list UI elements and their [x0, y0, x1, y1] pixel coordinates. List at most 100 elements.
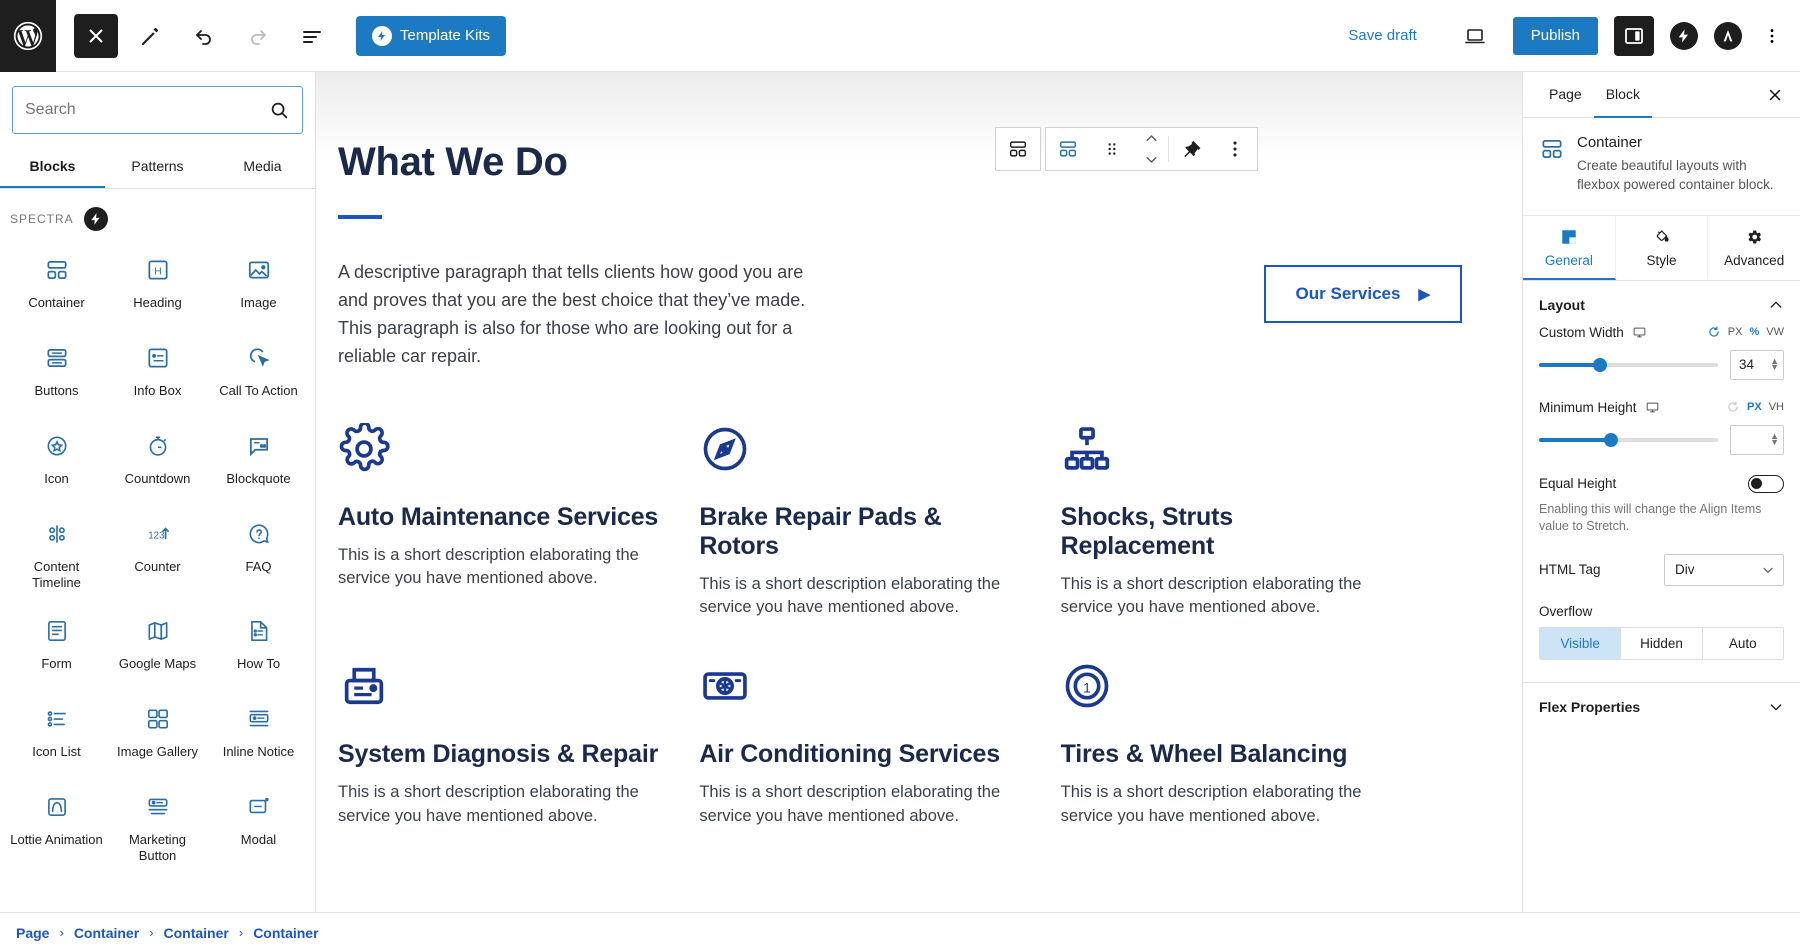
service-description[interactable]: This is a short description elaborating … [1061, 573, 1382, 621]
wordpress-logo-icon[interactable] [0, 0, 56, 72]
block-item-container[interactable]: Container [6, 243, 107, 327]
block-item-heading[interactable]: H Heading [107, 243, 208, 327]
service-card[interactable]: System Diagnosis & Repair This is a shor… [338, 660, 699, 829]
block-item-lottie-animation[interactable]: Lottie Animation [6, 780, 107, 873]
service-description[interactable]: This is a short description elaborating … [338, 544, 659, 592]
unit-px[interactable]: PX [1747, 401, 1762, 413]
block-item-image[interactable]: Image [208, 243, 309, 327]
unit-vh[interactable]: VH [1769, 401, 1784, 413]
redo-button[interactable] [236, 14, 280, 58]
layout-section-header[interactable]: Layout [1523, 281, 1800, 325]
edit-mode-pencil-button[interactable] [128, 14, 172, 58]
search-input[interactable] [25, 101, 268, 119]
minimum-height-input[interactable]: ▲ ▼ [1730, 424, 1784, 455]
editor-canvas[interactable]: What We Do A descriptive paragraph that … [316, 72, 1522, 912]
unit-percent[interactable]: % [1749, 326, 1759, 338]
desktop-preview-icon[interactable] [1453, 14, 1497, 58]
spectra-bolt-icon[interactable] [1670, 21, 1698, 50]
custom-width-input[interactable]: 34 ▲ ▼ [1730, 349, 1784, 380]
service-title[interactable]: Air Conditioning Services [699, 740, 1020, 769]
breadcrumb-item-container-2[interactable]: Container [164, 925, 229, 941]
settings-sidebar-icon[interactable] [1614, 15, 1654, 56]
search-box[interactable] [12, 86, 303, 134]
service-description[interactable]: This is a short description elaborating … [699, 781, 1020, 829]
block-item-form[interactable]: Form [6, 604, 107, 688]
tab-media[interactable]: Media [210, 144, 315, 188]
tab-block[interactable]: Block [1593, 72, 1652, 118]
service-card[interactable]: Shocks, Struts Replacement This is a sho… [1061, 423, 1422, 621]
service-title[interactable]: Tires & Wheel Balancing [1061, 740, 1382, 769]
block-item-google-maps[interactable]: Google Maps [107, 604, 208, 688]
overflow-option-hidden[interactable]: Hidden [1621, 627, 1703, 659]
breadcrumb-item-page[interactable]: Page [16, 925, 49, 941]
template-kits-button[interactable]: Template Kits [356, 15, 507, 56]
block-item-info-box[interactable]: Info Box [107, 331, 208, 415]
block-item-blockquote[interactable]: Blockquote [208, 419, 309, 503]
tab-general[interactable]: General [1523, 215, 1616, 280]
tab-blocks[interactable]: Blocks [0, 144, 105, 188]
drag-handle-icon[interactable] [1090, 128, 1134, 170]
custom-width-slider[interactable] [1539, 357, 1718, 373]
inserter-scroll-area[interactable]: SPECTRA Container H Heading Image Button… [0, 189, 315, 912]
minimum-height-slider[interactable] [1539, 432, 1718, 448]
stepper-icon[interactable]: ▲ ▼ [1770, 432, 1779, 446]
block-item-content-timeline[interactable]: Content Timeline [6, 507, 107, 600]
desktop-icon[interactable] [1645, 400, 1660, 415]
move-down-icon[interactable] [1134, 149, 1168, 170]
slider-thumb[interactable] [1603, 432, 1618, 447]
tab-advanced[interactable]: Advanced [1708, 216, 1800, 280]
reset-icon[interactable] [1726, 400, 1740, 414]
save-draft-button[interactable]: Save draft [1336, 19, 1428, 52]
unit-vw[interactable]: VW [1766, 326, 1784, 338]
select-parent-container-icon[interactable] [996, 128, 1040, 170]
block-item-modal[interactable]: Modal [208, 780, 309, 873]
close-editor-button[interactable] [74, 13, 118, 58]
breadcrumb-item-container-1[interactable]: Container [74, 925, 139, 941]
reset-icon[interactable] [1707, 325, 1721, 339]
block-item-icon[interactable]: Icon [6, 419, 107, 503]
kebab-menu-icon[interactable] [1754, 16, 1790, 56]
service-title[interactable]: Auto Maintenance Services [338, 503, 659, 532]
service-title[interactable]: System Diagnosis & Repair [338, 740, 659, 769]
our-services-button[interactable]: Our Services ▶ [1263, 265, 1462, 323]
flex-properties-section-header[interactable]: Flex Properties [1523, 683, 1800, 727]
block-item-image-gallery[interactable]: Image Gallery [107, 692, 208, 776]
equal-height-toggle[interactable] [1748, 474, 1784, 493]
service-card[interactable]: Auto Maintenance Services This is a shor… [338, 422, 699, 621]
slider-thumb[interactable] [1592, 357, 1607, 372]
block-item-icon-list[interactable]: Icon List [6, 692, 107, 776]
block-item-counter[interactable]: 123 Counter [107, 507, 208, 600]
service-card[interactable]: 1 Tires & Wheel Balancing This is a shor… [1061, 660, 1422, 829]
pin-toolbar-icon[interactable] [1169, 128, 1213, 170]
block-item-how-to[interactable]: How To [208, 604, 309, 688]
service-title[interactable]: Brake Repair Pads & Rotors [699, 503, 1020, 561]
block-item-countdown[interactable]: Countdown [107, 419, 208, 503]
block-item-call-to-action[interactable]: Call To Action [208, 331, 309, 415]
move-up-icon[interactable] [1134, 128, 1168, 149]
list-view-icon[interactable] [290, 14, 334, 58]
intro-paragraph[interactable]: A descriptive paragraph that tells clien… [338, 259, 838, 371]
block-item-marketing-button[interactable]: Marketing Button [107, 780, 208, 873]
tab-page[interactable]: Page [1537, 72, 1594, 118]
block-item-faq[interactable]: FAQ [208, 507, 309, 600]
service-card[interactable]: Brake Repair Pads & Rotors This is a sho… [699, 423, 1060, 621]
block-item-inline-notice[interactable]: Inline Notice [208, 692, 309, 776]
service-description[interactable]: This is a short description elaborating … [338, 781, 659, 829]
undo-button[interactable] [182, 14, 226, 58]
container-block-icon[interactable] [1046, 128, 1090, 170]
breadcrumb-item-container-3[interactable]: Container [253, 925, 318, 941]
close-icon[interactable] [1760, 80, 1790, 110]
html-tag-select[interactable]: Div [1664, 553, 1784, 586]
service-title[interactable]: Shocks, Struts Replacement [1061, 503, 1382, 561]
service-card[interactable]: Air Conditioning Services This is a shor… [699, 660, 1060, 829]
block-options-kebab-icon[interactable] [1213, 128, 1257, 170]
desktop-icon[interactable] [1632, 325, 1647, 340]
tab-patterns[interactable]: Patterns [105, 144, 210, 188]
page-title[interactable]: What We Do [338, 140, 1462, 185]
tab-style[interactable]: Style [1616, 215, 1709, 280]
service-description[interactable]: This is a short description elaborating … [1061, 781, 1382, 829]
overflow-option-auto[interactable]: Auto [1703, 628, 1783, 659]
overflow-option-visible[interactable]: Visible [1540, 627, 1622, 659]
publish-button[interactable]: Publish [1512, 16, 1598, 55]
block-item-buttons[interactable]: Buttons [6, 331, 107, 415]
